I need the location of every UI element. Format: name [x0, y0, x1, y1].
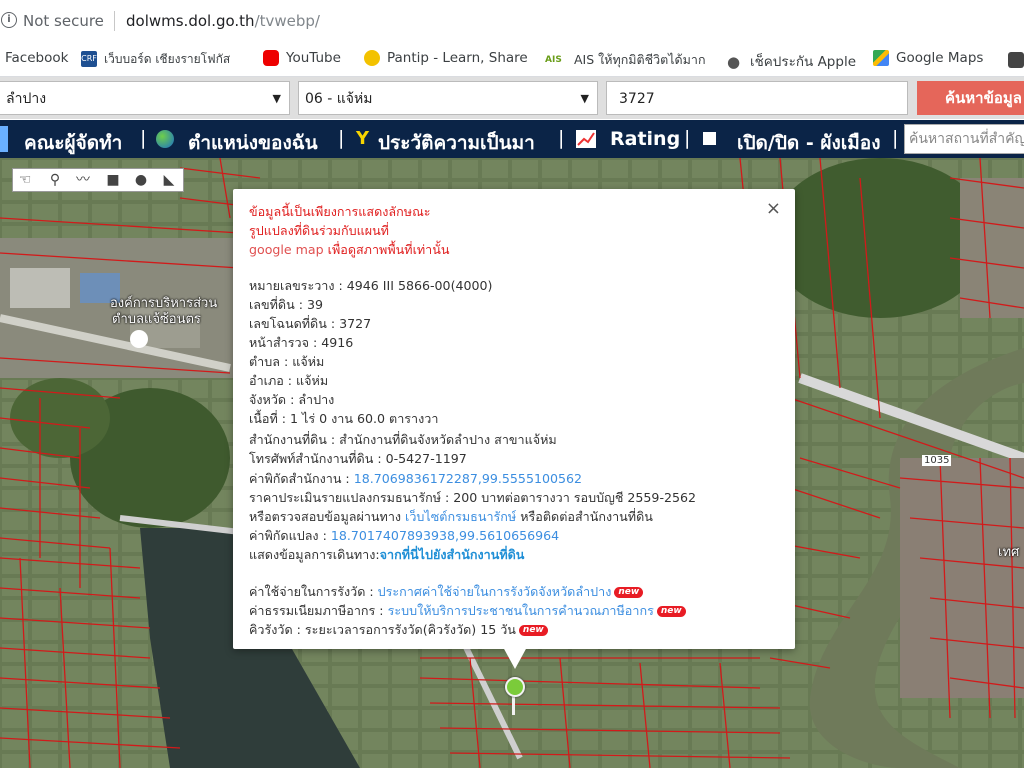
circle-icon[interactable]: ● — [133, 172, 149, 188]
survey-fee: ค่าใช้จ่ายในการรังวัด : ประกาศค่าใช้จ่าย… — [249, 582, 644, 602]
ais-icon: AIS — [545, 55, 562, 65]
apple-icon: ● — [727, 53, 741, 71]
land-number: เลขที่ดิน : 39 — [249, 297, 323, 312]
sheet-number: หมายเลขระวาง : 4946 III 5866-00(4000) — [249, 278, 493, 293]
new-badge: new — [518, 625, 548, 636]
tax-calculator-link[interactable]: ระบบให้บริการประชาชนในการคำนวณภาษีอากร — [388, 603, 654, 618]
security-label: Not secure — [23, 12, 104, 30]
area: เนื้อที่ : 1 ไร่ 0 งาน 60.0 ตารางวา — [249, 411, 439, 426]
bookmark-youtube[interactable]: YouTube — [263, 50, 341, 66]
tax-fee: ค่าธรรมเนียมภาษีอากร : ระบบให้บริการประช… — [249, 601, 686, 621]
draw-toolbar: ☜ ⚲ 〰 ■ ● ◣ — [12, 168, 184, 192]
bookmark-google-maps[interactable]: Google Maps — [873, 50, 983, 66]
province: จังหวัด : ลำปาง — [249, 392, 335, 407]
chart-icon — [576, 130, 596, 148]
parcel-marker-icon[interactable] — [505, 677, 525, 697]
divider: | — [338, 127, 345, 149]
hand-pan-icon[interactable]: ☜ — [17, 172, 33, 188]
crf-icon: CRF — [81, 51, 97, 67]
map-label-right: เทศ — [998, 545, 1020, 560]
close-icon[interactable]: × — [766, 198, 781, 219]
address-bar[interactable]: i Not secure dolwms.dol.go.th/tvwebp/ — [0, 0, 1024, 43]
google-maps-icon — [873, 50, 889, 66]
survey-page: หน้าสำรวจ : 4916 — [249, 335, 354, 350]
verify-info: หรือตรวจสอบข้อมูลผ่านทาง เว็บไซต์กรมธนาร… — [249, 509, 653, 524]
survey-fee-link[interactable]: ประกาศค่าใช้จ่ายในการรังวัดจังหวัดลำปาง — [378, 584, 612, 599]
nav-bar: คณะผู้จัดทำ | ตำแหน่งของฉัน | Y ประวัติค… — [0, 120, 1024, 158]
dropdown-arrow-icon: ▼ — [580, 92, 589, 105]
new-badge: new — [614, 587, 644, 598]
route-info: แสดงข้อมูลการเดินทาง:จากที่นี่ไปยังสำนัก… — [249, 547, 525, 562]
treasury-website-link[interactable]: เว็บไซต์กรมธนารักษ์ — [405, 509, 516, 524]
polygon-icon[interactable]: ◣ — [161, 172, 177, 188]
dropdown-arrow-icon: ▼ — [272, 92, 281, 105]
province-select[interactable]: ลำปาง ▼ — [0, 81, 290, 115]
appraisal-price: ราคาประเมินรายแปลงกรมธนารักษ์ : 200 บาทต… — [249, 490, 697, 505]
office-phone: โทรศัพท์สำนักงานที่ดิน : 0-5427-1197 — [249, 451, 467, 466]
office-coordinate-link[interactable]: 18.7069836172287,99.5555100562 — [354, 471, 582, 486]
bookmark-pantip[interactable]: Pantip - Learn, Share — [364, 50, 528, 66]
parcel-coordinate-link[interactable]: 18.7017407893938,99.5610656964 — [331, 528, 559, 543]
new-badge: new — [656, 606, 686, 617]
parcel-number-input[interactable]: 3727 — [606, 81, 908, 115]
menu-icon[interactable] — [0, 126, 8, 152]
divider: | — [892, 127, 899, 149]
tambon: ตำบล : แจ้ห่ม — [249, 354, 325, 369]
bookmark-apple[interactable]: ● เช็คประกัน Apple — [727, 50, 856, 72]
amphoe: อำเภอ : แจ้ห่ม — [249, 373, 329, 388]
nav-item-zoning[interactable]: เปิด/ปิด - ผังเมือง — [737, 128, 880, 158]
bookmark-chiangrai-focus[interactable]: CRF เว็บบอร์ด เชียงรายโฟกัส — [81, 50, 230, 69]
rectangle-icon[interactable]: ■ — [105, 172, 121, 188]
place-search-input[interactable]: ค้นหาสถานที่สำคัญ — [904, 124, 1024, 154]
land-office: สำนักงานที่ดิน : สำนักงานที่ดินจังหวัดลำ… — [249, 432, 557, 447]
nav-item-history[interactable]: ประวัติความเป็นมา — [378, 128, 535, 158]
bookmark-ais[interactable]: AIS AIS ให้ทุกมิติชีวิตได้มาก — [545, 50, 706, 70]
parcel-info-popup: × ข้อมูลนี้เป็นเพียงการแสดงลักษณะ รูปแปล… — [233, 189, 795, 669]
divider: | — [684, 127, 691, 149]
disclaimer-text: ข้อมูลนี้เป็นเพียงการแสดงลักษณะ รูปแปลงท… — [249, 204, 450, 257]
bookmark-facebook[interactable]: Facebook — [5, 50, 68, 66]
divider: | — [558, 127, 565, 149]
checkbox-icon[interactable] — [703, 132, 716, 145]
divider — [114, 11, 115, 31]
nav-item-my-location[interactable]: ตำแหน่งของฉัน — [188, 128, 318, 158]
deed-number: เลขโฉนดที่ดิน : 3727 — [249, 316, 372, 331]
office-coordinate: ค่าพิกัดสำนักงาน : 18.7069836172287,99.5… — [249, 471, 583, 486]
survey-queue: คิวรังวัด : ระยะเวลารอการรังวัด(คิวรังวั… — [249, 620, 548, 640]
popup-pointer — [503, 647, 527, 669]
map-label-tambon: ตำบลแจ้ซ้อนตร — [112, 312, 201, 327]
search-button[interactable]: ค้นหาข้อมูล — [917, 81, 1024, 115]
route-link[interactable]: จากที่นี่ไปยังสำนักงานที่ดิน — [380, 547, 525, 562]
district-select[interactable]: 06 - แจ้ห่ม ▼ — [298, 81, 598, 115]
bookmarks-bar: Facebook CRF เว็บบอร์ด เชียงรายโฟกัส YouT… — [0, 42, 1024, 77]
info-icon[interactable]: i — [1, 12, 17, 28]
sprout-icon: Y — [356, 128, 370, 149]
url-text[interactable]: dolwms.dol.go.th/tvwebp/ — [126, 12, 320, 30]
globe-icon — [156, 130, 174, 148]
pantip-icon — [364, 50, 380, 66]
nav-item-team[interactable]: คณะผู้จัดทำ — [24, 128, 122, 158]
polyline-icon[interactable]: 〰 — [75, 172, 91, 188]
parcel-coordinate: ค่าพิกัดแปลง : 18.7017407893938,99.56106… — [249, 528, 560, 543]
bookmark-more-icon[interactable] — [1008, 52, 1024, 68]
marker-icon[interactable]: ⚲ — [47, 172, 63, 188]
government-building-icon — [130, 330, 148, 348]
divider: | — [140, 127, 147, 149]
road-number-label: 1035 — [922, 455, 952, 466]
nav-item-rating[interactable]: Rating — [610, 128, 680, 150]
youtube-icon — [263, 50, 279, 66]
search-toolbar: ลำปาง ▼ 06 - แจ้ห่ม ▼ 3727 ค้นหาข้อมูล — [0, 77, 1024, 119]
marker-stem — [512, 695, 515, 715]
